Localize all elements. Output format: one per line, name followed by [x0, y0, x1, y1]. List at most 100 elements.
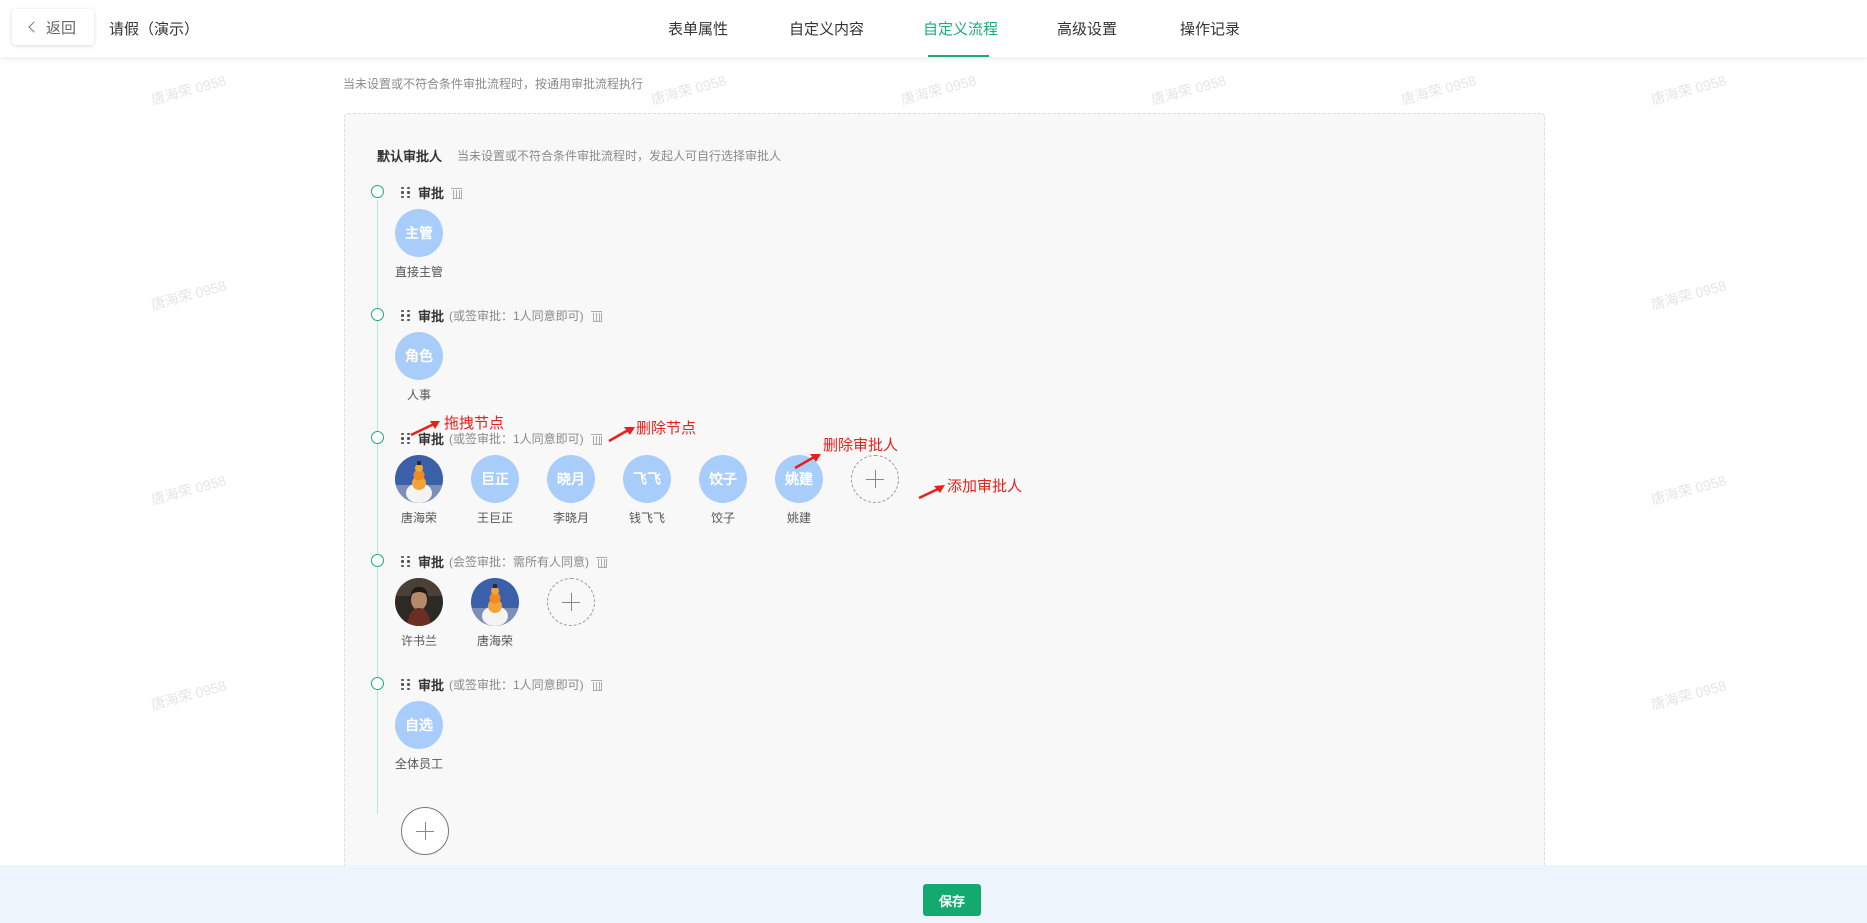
timeline-node-dot [371, 677, 384, 690]
annotation-arrow-delete-node [608, 427, 635, 443]
node-label: 审批 [418, 555, 445, 570]
approver-name: 直接主管 [395, 265, 444, 279]
panel-title: 默认审批人 [377, 149, 443, 164]
node-approval-mode: (或签审批：1人同意即可) [449, 309, 584, 323]
plus-icon [866, 470, 884, 488]
add-node-button[interactable] [401, 807, 449, 855]
plus-icon [562, 593, 580, 611]
approver-name: 许书兰 [400, 634, 437, 648]
approver-avatar: 角色 [395, 332, 443, 380]
node-approval-mode: (会签审批：需所有人同意) [449, 555, 590, 569]
trash-icon[interactable] [596, 556, 608, 568]
annotation-arrow-add-approver [918, 485, 945, 500]
tab-form-properties[interactable]: 表单属性 [668, 18, 728, 39]
save-button[interactable]: 保存 [923, 884, 981, 916]
approver-item[interactable]: 主管 直接主管 [395, 209, 443, 280]
footer-bar: 保存 [0, 865, 1867, 923]
watermark-text: 唐海荣 0958 [1649, 277, 1728, 313]
approval-node-header: 审批 (或签审批：1人同意即可) [401, 306, 602, 325]
approver-avatar: 自选 [395, 701, 443, 749]
approver-item[interactable]: 自选 全体员工 [395, 701, 443, 772]
annotation-drag-node: 拖拽节点 [444, 415, 505, 432]
watermark-text: 唐海荣 0958 [149, 72, 228, 108]
watermark-text: 唐海荣 0958 [1649, 677, 1728, 713]
plus-icon [416, 822, 434, 840]
approver-name: 饺子 [710, 511, 735, 525]
approver-item[interactable]: 许书兰 [395, 578, 443, 649]
annotation-delete-node: 删除节点 [636, 420, 697, 437]
active-tab-indicator [928, 55, 989, 57]
approver-list: 自选 全体员工 [395, 701, 471, 772]
approver-list: 许书兰 唐海荣 [395, 578, 595, 649]
approver-avatar: 晓月 [547, 455, 595, 503]
panel-description: 当未设置或不符合条件审批流程时，发起人可自行选择审批人 [457, 149, 782, 163]
tab-custom-content[interactable]: 自定义内容 [789, 18, 864, 39]
approver-name: 王巨正 [476, 511, 513, 525]
watermark-text: 唐海荣 0958 [1149, 72, 1228, 108]
annotation-arrow-delete-approver [794, 454, 821, 470]
node-approval-mode: (或签审批：1人同意即可) [449, 678, 584, 692]
drag-handle-icon[interactable] [401, 678, 410, 691]
default-approver-panel: 默认审批人 当未设置或不符合条件审批流程时，发起人可自行选择审批人 审批 主管 直接… [344, 113, 1545, 923]
approver-avatar: 饺子 [699, 455, 747, 503]
approver-item[interactable]: 唐海荣 [395, 455, 443, 526]
approver-avatar: 主管 [395, 209, 443, 257]
approver-avatar: 飞飞 [623, 455, 671, 503]
annotation-add-approver: 添加审批人 [947, 478, 1023, 495]
tab-operation-log[interactable]: 操作记录 [1180, 18, 1240, 39]
tab-advanced-settings[interactable]: 高级设置 [1057, 18, 1117, 39]
annotation-delete-approver: 删除审批人 [823, 437, 899, 454]
node-label: 审批 [418, 678, 445, 693]
top-header: 返回 请假（演示） 表单属性 自定义内容 自定义流程 高级设置 操作记录 [0, 0, 1867, 57]
approver-item[interactable]: 角色 人事 [395, 332, 443, 403]
drag-handle-icon[interactable] [401, 186, 410, 199]
approver-name: 李晓月 [552, 511, 589, 525]
approver-item[interactable]: 饺子 饺子 [699, 455, 747, 526]
watermark-text: 唐海荣 0958 [1649, 72, 1728, 108]
approver-avatar [395, 455, 443, 503]
general-flow-hint: 当未设置或不符合条件审批流程时，按通用审批流程执行 [343, 77, 644, 91]
approver-item[interactable]: 巨正 王巨正 [471, 455, 519, 526]
watermark-text: 唐海荣 0958 [899, 72, 978, 108]
approver-name: 姚建 [786, 511, 811, 525]
add-approver-button[interactable] [547, 578, 595, 626]
timeline-node-dot [371, 308, 384, 321]
node-label: 审批 [418, 309, 445, 324]
approver-name: 钱飞飞 [628, 511, 665, 525]
drag-handle-icon[interactable] [401, 555, 410, 568]
node-label: 审批 [418, 186, 445, 201]
approver-item[interactable]: 飞飞 钱飞飞 [623, 455, 671, 526]
drag-handle-icon[interactable] [401, 309, 410, 322]
approver-name: 全体员工 [395, 757, 444, 771]
approval-node-header: 审批 (会签审批：需所有人同意) [401, 552, 608, 571]
approval-node-header: 审批 [401, 183, 463, 202]
timeline-node-dot [371, 431, 384, 444]
approver-avatar [395, 578, 443, 626]
watermark-text: 唐海荣 0958 [1399, 72, 1478, 108]
watermark-text: 唐海荣 0958 [1649, 472, 1728, 508]
trash-icon[interactable] [451, 187, 463, 199]
watermark-text: 唐海荣 0958 [149, 277, 228, 313]
approver-list: 主管 直接主管 [395, 209, 471, 280]
watermark-text: 唐海荣 0958 [649, 72, 728, 108]
approval-node-header: 审批 (或签审批：1人同意即可) [401, 675, 602, 694]
tab-custom-flow[interactable]: 自定义流程 [923, 18, 998, 39]
approver-list: 角色 人事 [395, 332, 471, 403]
add-approver-button[interactable] [851, 455, 899, 503]
approver-name: 人事 [406, 388, 431, 402]
timeline-node-dot [371, 554, 384, 567]
approver-name: 唐海荣 [400, 511, 437, 525]
timeline-line [377, 200, 378, 814]
watermark-text: 唐海荣 0958 [149, 472, 228, 508]
tab-bar: 表单属性 自定义内容 自定义流程 高级设置 操作记录 [0, 0, 1867, 57]
approver-avatar: 巨正 [471, 455, 519, 503]
trash-icon[interactable] [590, 310, 602, 322]
timeline-node-dot [371, 185, 384, 198]
trash-icon[interactable] [590, 679, 602, 691]
approver-list: 唐海荣 巨正 王巨正 晓月 李晓月 飞飞 钱飞飞 饺子 饺子 姚建 姚建 [395, 455, 899, 526]
approver-item[interactable]: 唐海荣 [471, 578, 519, 649]
approver-item[interactable]: 晓月 李晓月 [547, 455, 595, 526]
approver-avatar [471, 578, 519, 626]
annotation-arrow-drag [410, 421, 440, 437]
trash-icon[interactable] [590, 433, 602, 445]
